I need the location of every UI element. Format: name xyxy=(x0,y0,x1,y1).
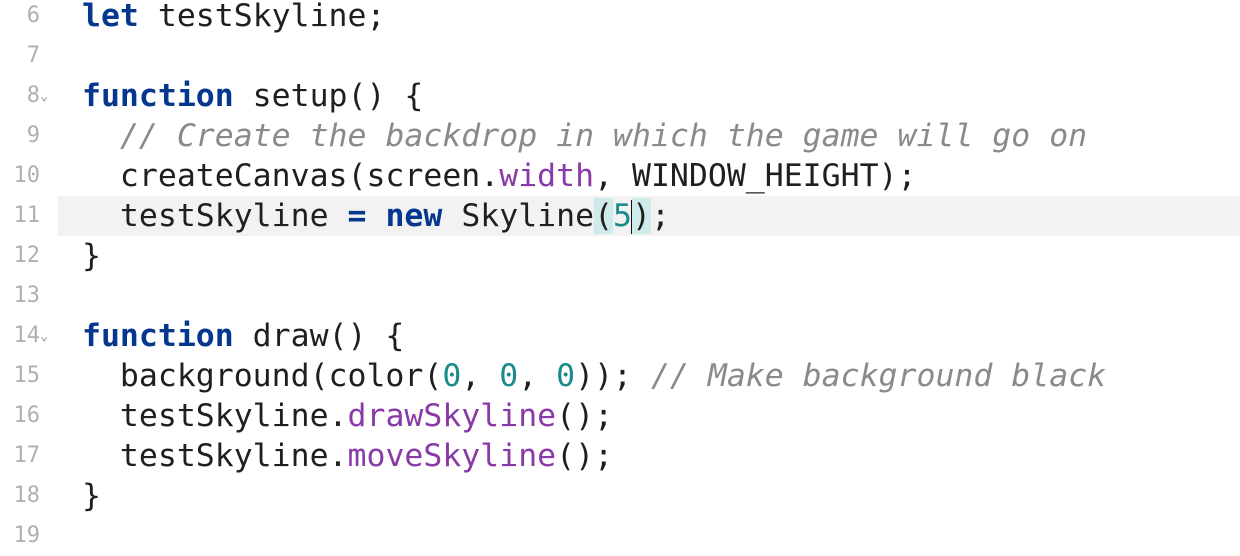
code-line[interactable]: 15 background(color(0, 0, 0)); // Make b… xyxy=(0,356,1240,396)
line-number: 17 xyxy=(13,443,41,468)
code-token: Skyline xyxy=(442,198,595,234)
line-number: 15 xyxy=(13,363,41,388)
code-token: testSkyline. xyxy=(82,438,348,474)
line-number: 10 xyxy=(13,163,41,188)
property: drawSkyline xyxy=(347,398,557,434)
line-number: 19 xyxy=(13,523,41,548)
code-token: draw() { xyxy=(233,318,405,354)
line-number: 18 xyxy=(13,483,41,508)
code-text: } xyxy=(82,478,101,514)
comment: // Create the backdrop in which the game… xyxy=(119,118,1088,154)
code-text: testSkyline.drawSkyline(); xyxy=(82,396,613,436)
comment: // Make background black xyxy=(650,358,1107,394)
keyword: function xyxy=(82,318,234,354)
code-text: background(color(0, 0, 0)); // Make back… xyxy=(82,356,1106,396)
code-line[interactable]: 12 } xyxy=(0,236,1240,276)
keyword: let xyxy=(82,0,139,34)
code-text: testSkyline.moveSkyline(); xyxy=(82,436,613,476)
code-editor[interactable]: 6 let testSkyline; 7 8 ⌄ function setup(… xyxy=(0,0,1240,554)
operator: = xyxy=(347,198,367,234)
keyword: function xyxy=(82,78,234,114)
active-code-line[interactable]: 11 testSkyline = new Skyline(5); xyxy=(0,196,1240,236)
code-token: (); xyxy=(556,398,614,434)
code-line[interactable]: 14 ⌄ function draw() { xyxy=(0,316,1240,356)
code-token: (); xyxy=(556,438,614,474)
code-line[interactable]: 7 xyxy=(0,36,1240,76)
code-token: , xyxy=(461,358,500,394)
line-number: 7 xyxy=(26,43,40,68)
code-text: function setup() { xyxy=(82,76,423,116)
code-text: } xyxy=(82,238,101,274)
line-number: 12 xyxy=(13,243,41,268)
line-number: 13 xyxy=(13,283,41,308)
number: 0 xyxy=(499,358,519,394)
code-token: testSkyline. xyxy=(82,398,348,434)
code-token: , WINDOW_HEIGHT); xyxy=(594,158,917,194)
line-number: 11 xyxy=(13,203,41,228)
code-token: ; xyxy=(650,198,670,234)
code-token: background(color( xyxy=(82,358,443,394)
code-token: testSkyline; xyxy=(138,0,386,34)
code-token: setup() { xyxy=(233,78,424,114)
code-line[interactable]: 16 testSkyline.drawSkyline(); xyxy=(0,396,1240,436)
code-token: createCanvas(screen. xyxy=(82,158,500,194)
code-line[interactable]: 8 ⌄ function setup() { xyxy=(0,76,1240,116)
number: 5 xyxy=(613,198,633,234)
line-number: 8 xyxy=(26,83,40,108)
code-text: function draw() { xyxy=(82,316,404,356)
code-line[interactable]: 17 testSkyline.moveSkyline(); xyxy=(0,436,1240,476)
code-line[interactable]: 6 let testSkyline; xyxy=(0,0,1240,36)
fold-chevron-icon[interactable]: ⌄ xyxy=(40,316,48,356)
line-number: 16 xyxy=(13,403,41,428)
property: moveSkyline xyxy=(347,438,557,474)
code-line[interactable]: 10 createCanvas(screen.width, WINDOW_HEI… xyxy=(0,156,1240,196)
code-text: createCanvas(screen.width, WINDOW_HEIGHT… xyxy=(82,156,917,196)
fold-chevron-icon[interactable]: ⌄ xyxy=(40,76,48,116)
number: 0 xyxy=(556,358,576,394)
matched-bracket-open: ( xyxy=(594,198,614,234)
code-text: testSkyline = new Skyline(5); xyxy=(82,196,670,236)
code-line[interactable]: 18 } xyxy=(0,476,1240,516)
keyword: new xyxy=(385,198,443,234)
number: 0 xyxy=(442,358,462,394)
matched-bracket-close: ) xyxy=(632,198,651,234)
code-token: )); xyxy=(575,358,651,394)
line-number: 6 xyxy=(26,3,40,28)
code-line[interactable]: 19 xyxy=(0,516,1240,556)
code-text: // Create the backdrop in which the game… xyxy=(82,116,1087,156)
line-number: 9 xyxy=(26,123,40,148)
code-line[interactable]: 9 // Create the backdrop in which the ga… xyxy=(0,116,1240,156)
code-line[interactable]: 13 xyxy=(0,276,1240,316)
property: width xyxy=(499,158,595,194)
code-token: , xyxy=(518,358,557,394)
code-token: testSkyline xyxy=(82,198,348,234)
code-text: let testSkyline; xyxy=(82,0,385,36)
line-number: 14 xyxy=(13,323,41,348)
